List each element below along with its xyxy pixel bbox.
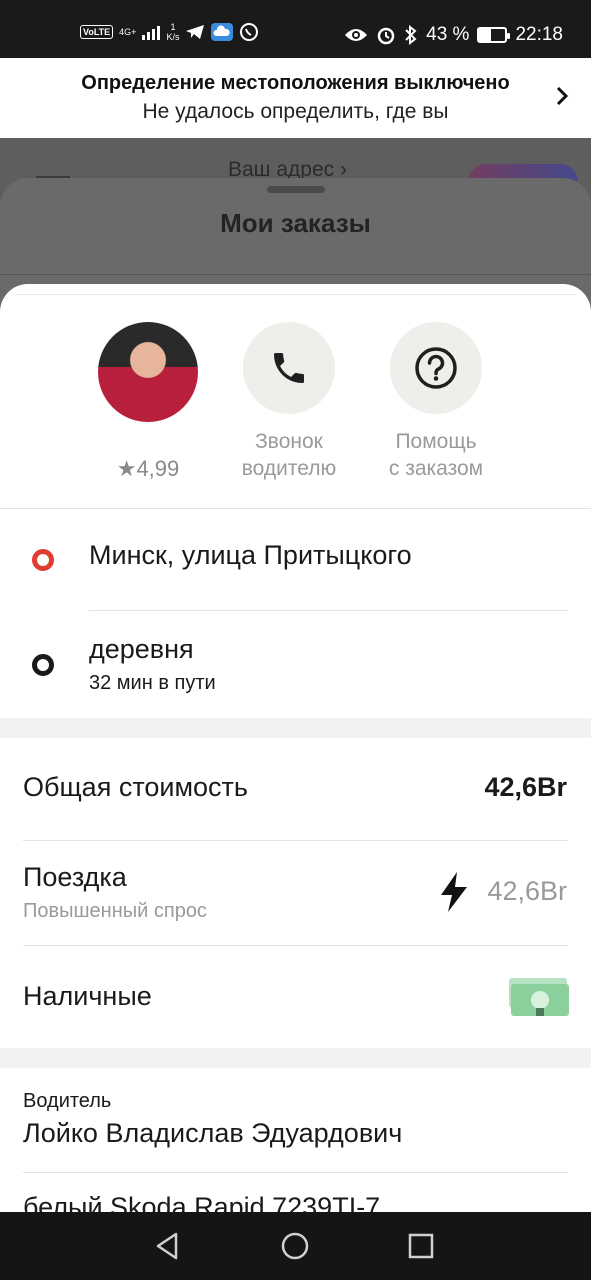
network-type: 4G+ <box>119 27 137 37</box>
status-right: 43 % 22:18 <box>344 24 563 46</box>
route-duration: 32 мин в пути <box>89 672 216 694</box>
orders-title: Мои заказы <box>220 208 371 238</box>
driver-name: Лойко Владислав Эдуардович <box>23 1118 403 1148</box>
call-driver-label: Звонок водителю <box>219 428 359 482</box>
orders-sheet-handle <box>267 186 325 193</box>
order-help-button[interactable]: Помощь с заказом <box>366 322 506 482</box>
signal-icon <box>142 24 161 40</box>
network-speed: 1 K/s <box>166 22 179 42</box>
chevron-right-icon <box>556 86 569 106</box>
action-row: ★4,99 Звонок водителю Помощь с заказом <box>0 284 591 508</box>
driver-rating: ★4,99 <box>116 456 180 481</box>
route-from-row[interactable]: Минск, улица Притыцкого <box>0 510 591 610</box>
destination-dot-icon <box>32 654 54 676</box>
pricing-divider <box>23 840 568 841</box>
order-details-sheet: ★4,99 Звонок водителю Помощь с заказом Мин… <box>0 284 591 1212</box>
telegram-icon <box>186 25 205 39</box>
battery-percent: 43 % <box>426 24 470 45</box>
order-help-label-line2: с заказом <box>388 457 484 480</box>
clock: 22:18 <box>515 24 563 45</box>
network-speed-value: 1 <box>170 22 176 32</box>
battery-fill <box>479 29 491 41</box>
route-divider <box>89 610 568 611</box>
back-icon[interactable] <box>152 1230 184 1262</box>
help-icon-circle <box>390 322 482 414</box>
orders-divider <box>0 274 591 275</box>
banner-subtitle: Не удалось определить, где вы <box>142 100 449 123</box>
call-driver-label-line2: водителю <box>241 457 337 480</box>
trip-cost-value: 42,6Br <box>487 876 567 906</box>
section-gap-2 <box>0 1048 591 1068</box>
driver-divider <box>23 1172 568 1173</box>
viber-icon <box>240 23 259 41</box>
route-to-row[interactable]: деревня 32 мин в пути <box>0 612 591 718</box>
navigation-bar <box>0 1212 591 1280</box>
alarm-icon <box>377 27 395 45</box>
payment-method-label: Наличные <box>23 981 152 1011</box>
order-help-label-line1: Помощь <box>395 430 477 453</box>
eye-icon <box>345 29 368 41</box>
home-icon[interactable] <box>279 1230 311 1262</box>
total-cost-value: 42,6Br <box>484 772 567 802</box>
volte-badge: VoLTE <box>80 25 114 39</box>
cash-icon <box>509 978 569 1016</box>
bluetooth-icon <box>405 25 417 45</box>
order-help-label: Помощь с заказом <box>366 428 506 482</box>
question-icon <box>415 347 457 389</box>
call-driver-button[interactable]: Звонок водителю <box>219 322 359 482</box>
total-cost-label: Общая стоимость <box>23 772 248 802</box>
network-speed-unit: K/s <box>166 32 180 42</box>
phone-icon-circle <box>243 322 335 414</box>
driver-caption: Водитель <box>23 1090 112 1112</box>
pricing-divider-2 <box>23 945 568 946</box>
status-bar: VoLTE 4G+ 1 K/s 43 % 22:18 <box>0 0 591 58</box>
battery-icon <box>477 27 511 43</box>
actions-divider <box>0 508 591 509</box>
banner-title: Определение местоположения выключено <box>81 72 510 94</box>
route-from: Минск, улица Притыцкого <box>89 540 412 570</box>
driver-rating-block[interactable]: ★4,99 <box>78 322 218 482</box>
phone-icon <box>274 353 304 383</box>
driver-avatar[interactable] <box>98 322 198 422</box>
trip-label: Поездка <box>23 862 127 892</box>
status-left: VoLTE 4G+ 1 K/s <box>80 22 259 42</box>
cloud-icon <box>211 23 234 41</box>
section-gap <box>0 718 591 738</box>
origin-dot-icon <box>32 549 54 571</box>
route-to: деревня <box>89 634 194 664</box>
lightning-icon <box>441 872 467 912</box>
call-driver-label-line1: Звонок <box>255 430 323 453</box>
car-info: белый Skoda Rapid 7239TI-7 <box>23 1192 381 1212</box>
location-disabled-banner[interactable]: Определение местоположения выключено Не … <box>0 58 591 138</box>
trip-surge-label: Повышенный спрос <box>23 900 207 922</box>
recent-apps-icon[interactable] <box>405 1230 437 1262</box>
